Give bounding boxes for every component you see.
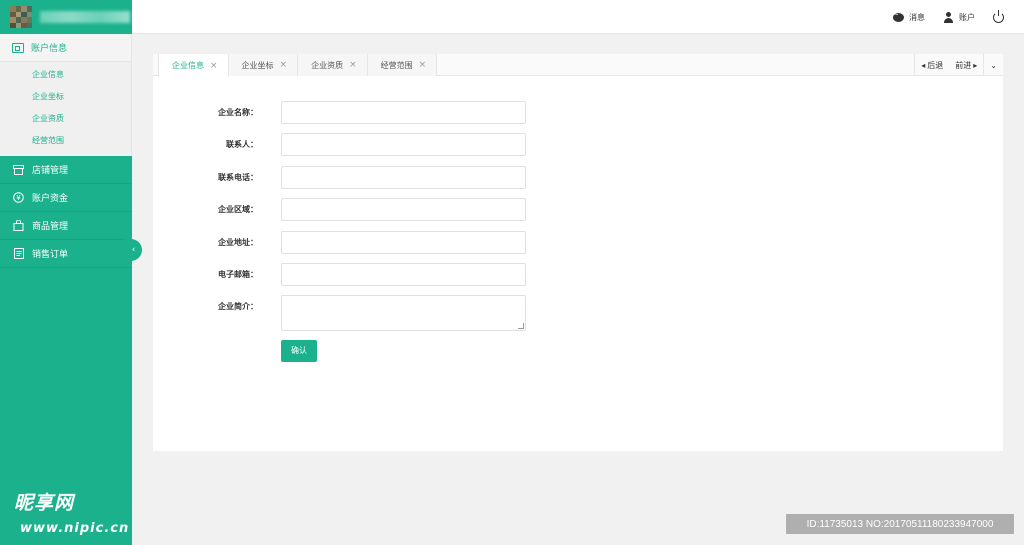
tab-company-coordinates[interactable]: 企业坐标 × (228, 54, 299, 76)
account-section: 账户信息 企业信息 企业坐标 企业资质 经营范围 (0, 34, 132, 156)
back-label: 后退 (927, 60, 944, 70)
chevron-down-icon: ⌄ (990, 60, 997, 70)
messages-label: 消息 (909, 12, 925, 22)
svg-text:¥: ¥ (16, 194, 21, 202)
tab-navigation: ◂ 后退 前进 ▸ ⌄ (914, 54, 1003, 76)
company-intro-textarea[interactable] (281, 295, 526, 331)
order-icon (13, 248, 24, 259)
form-row: 企业地址： (153, 230, 1003, 254)
top-bar: 消息 账户 (132, 0, 1024, 34)
form-row: 企业区域： (153, 198, 1003, 222)
tab-company-info[interactable]: 企业信息 × (158, 54, 229, 77)
form-row: 企业简介： (153, 295, 1003, 331)
sidebar-collapse-button[interactable]: ‹ (125, 239, 142, 261)
account-submenu: 企业信息 企业坐标 企业资质 经营范围 (0, 62, 131, 156)
tab-label: 企业资质 (311, 60, 344, 70)
company-name-label: 企业名称： (218, 107, 258, 117)
sidebar-item-store-management[interactable]: 店铺管理 (0, 156, 132, 184)
yen-icon: ¥ (13, 192, 24, 203)
sidebar-item-label: 账户信息 (31, 44, 68, 54)
watermark-id: ID:11735013 NO:20170511180233947000 (786, 514, 1014, 534)
chat-bubble-icon (893, 11, 904, 22)
contact-person-label: 联系人： (226, 140, 258, 149)
tab-company-qualification[interactable]: 企业资质 × (298, 54, 368, 76)
account-button[interactable]: 账户 (943, 11, 975, 23)
logo (0, 0, 132, 34)
sidebar-item-label: 销售订单 (32, 250, 69, 260)
sidebar-item-label: 店铺管理 (32, 166, 69, 176)
confirm-button[interactable]: 确认 (281, 339, 317, 362)
user-icon (943, 11, 954, 23)
watermark-site-name: 昵享网 (14, 492, 75, 514)
email-label: 电子邮箱： (218, 270, 258, 279)
tab-business-scope[interactable]: 经营范围 × (367, 54, 438, 76)
sidebar-item-label: 商品管理 (32, 222, 69, 232)
power-icon (993, 9, 1004, 23)
close-icon[interactable]: × (210, 61, 218, 71)
main-panel: 企业信息 × 企业坐标 × 企业资质 × 经营范围 × ◂ 后退 前进 ▸ ⌄ … (153, 54, 1003, 451)
messages-button[interactable]: 消息 (893, 11, 925, 23)
account-label: 账户 (959, 12, 975, 22)
watermark-url: www.nipic.cn (20, 521, 130, 536)
triangle-left-icon: ◂ (921, 60, 926, 70)
company-address-input[interactable] (281, 230, 526, 254)
tab-label: 企业信息 (172, 61, 204, 70)
tab-label: 企业坐标 (241, 60, 274, 70)
contact-phone-label: 联系电话： (218, 172, 258, 182)
watermark-site: 昵享网 www.nipic.cn (14, 488, 132, 537)
tabs: 企业信息 × 企业坐标 × 企业资质 × 经营范围 × (153, 54, 1003, 77)
logout-button[interactable] (993, 9, 1004, 23)
company-info-form: 企业名称： 联系人： 联系电话： 企业区域： 企业地址： 电子邮箱： 企业简介：… (153, 100, 1003, 362)
submenu-item-business-scope[interactable]: 经营范围 (0, 130, 131, 152)
top-actions: 消息 账户 (893, 0, 1004, 34)
company-intro-label: 企业简介： (218, 302, 258, 311)
company-name-input[interactable] (281, 100, 526, 124)
form-row: 联系人： (153, 133, 1003, 157)
sidebar-item-sales-orders[interactable]: 销售订单 (0, 240, 132, 268)
sidebar-item-account-info[interactable]: 账户信息 (0, 34, 131, 62)
triangle-right-icon: ▸ (973, 60, 978, 70)
form-row: 企业名称： (153, 100, 1003, 124)
tab-label: 经营范围 (380, 60, 413, 70)
chevron-left-icon: ‹ (131, 245, 136, 255)
sidebar-item-label: 账户资金 (32, 194, 69, 204)
forward-button[interactable]: 前进 ▸ (949, 54, 983, 76)
company-region-label: 企业区域： (218, 205, 258, 214)
id-card-icon (12, 42, 24, 53)
back-button[interactable]: ◂ 后退 (915, 54, 949, 76)
forward-label: 前进 (955, 60, 972, 70)
sidebar-item-product-management[interactable]: 商品管理 (0, 212, 132, 240)
company-region-input[interactable] (281, 198, 526, 221)
close-icon[interactable]: × (419, 60, 427, 70)
contact-person-input[interactable] (281, 133, 526, 156)
tab-bar: 企业信息 × 企业坐标 × 企业资质 × 经营范围 × ◂ 后退 前进 ▸ ⌄ (153, 54, 1003, 77)
submenu-item-company-info[interactable]: 企业信息 (0, 64, 131, 86)
logo-mosaic (10, 6, 32, 28)
company-address-label: 企业地址： (218, 237, 258, 247)
store-icon (13, 164, 24, 175)
close-icon[interactable]: × (280, 60, 288, 70)
tab-dropdown-button[interactable]: ⌄ (984, 54, 1003, 76)
contact-phone-input[interactable] (281, 165, 526, 189)
logo-text (40, 11, 130, 23)
form-row: 联系电话： (153, 165, 1003, 189)
email-input[interactable] (281, 263, 526, 286)
sidebar-item-account-funds[interactable]: ¥ 账户资金 (0, 184, 132, 212)
submenu-item-company-qualification[interactable]: 企业资质 (0, 108, 131, 130)
submenu-item-company-coordinates[interactable]: 企业坐标 (0, 86, 131, 108)
close-icon[interactable]: × (349, 60, 357, 70)
sidebar: 账户信息 企业信息 企业坐标 企业资质 经营范围 店铺管理 ¥ 账户资金 商品管… (0, 0, 132, 545)
bag-icon (13, 220, 24, 231)
form-row: 电子邮箱： (153, 263, 1003, 287)
